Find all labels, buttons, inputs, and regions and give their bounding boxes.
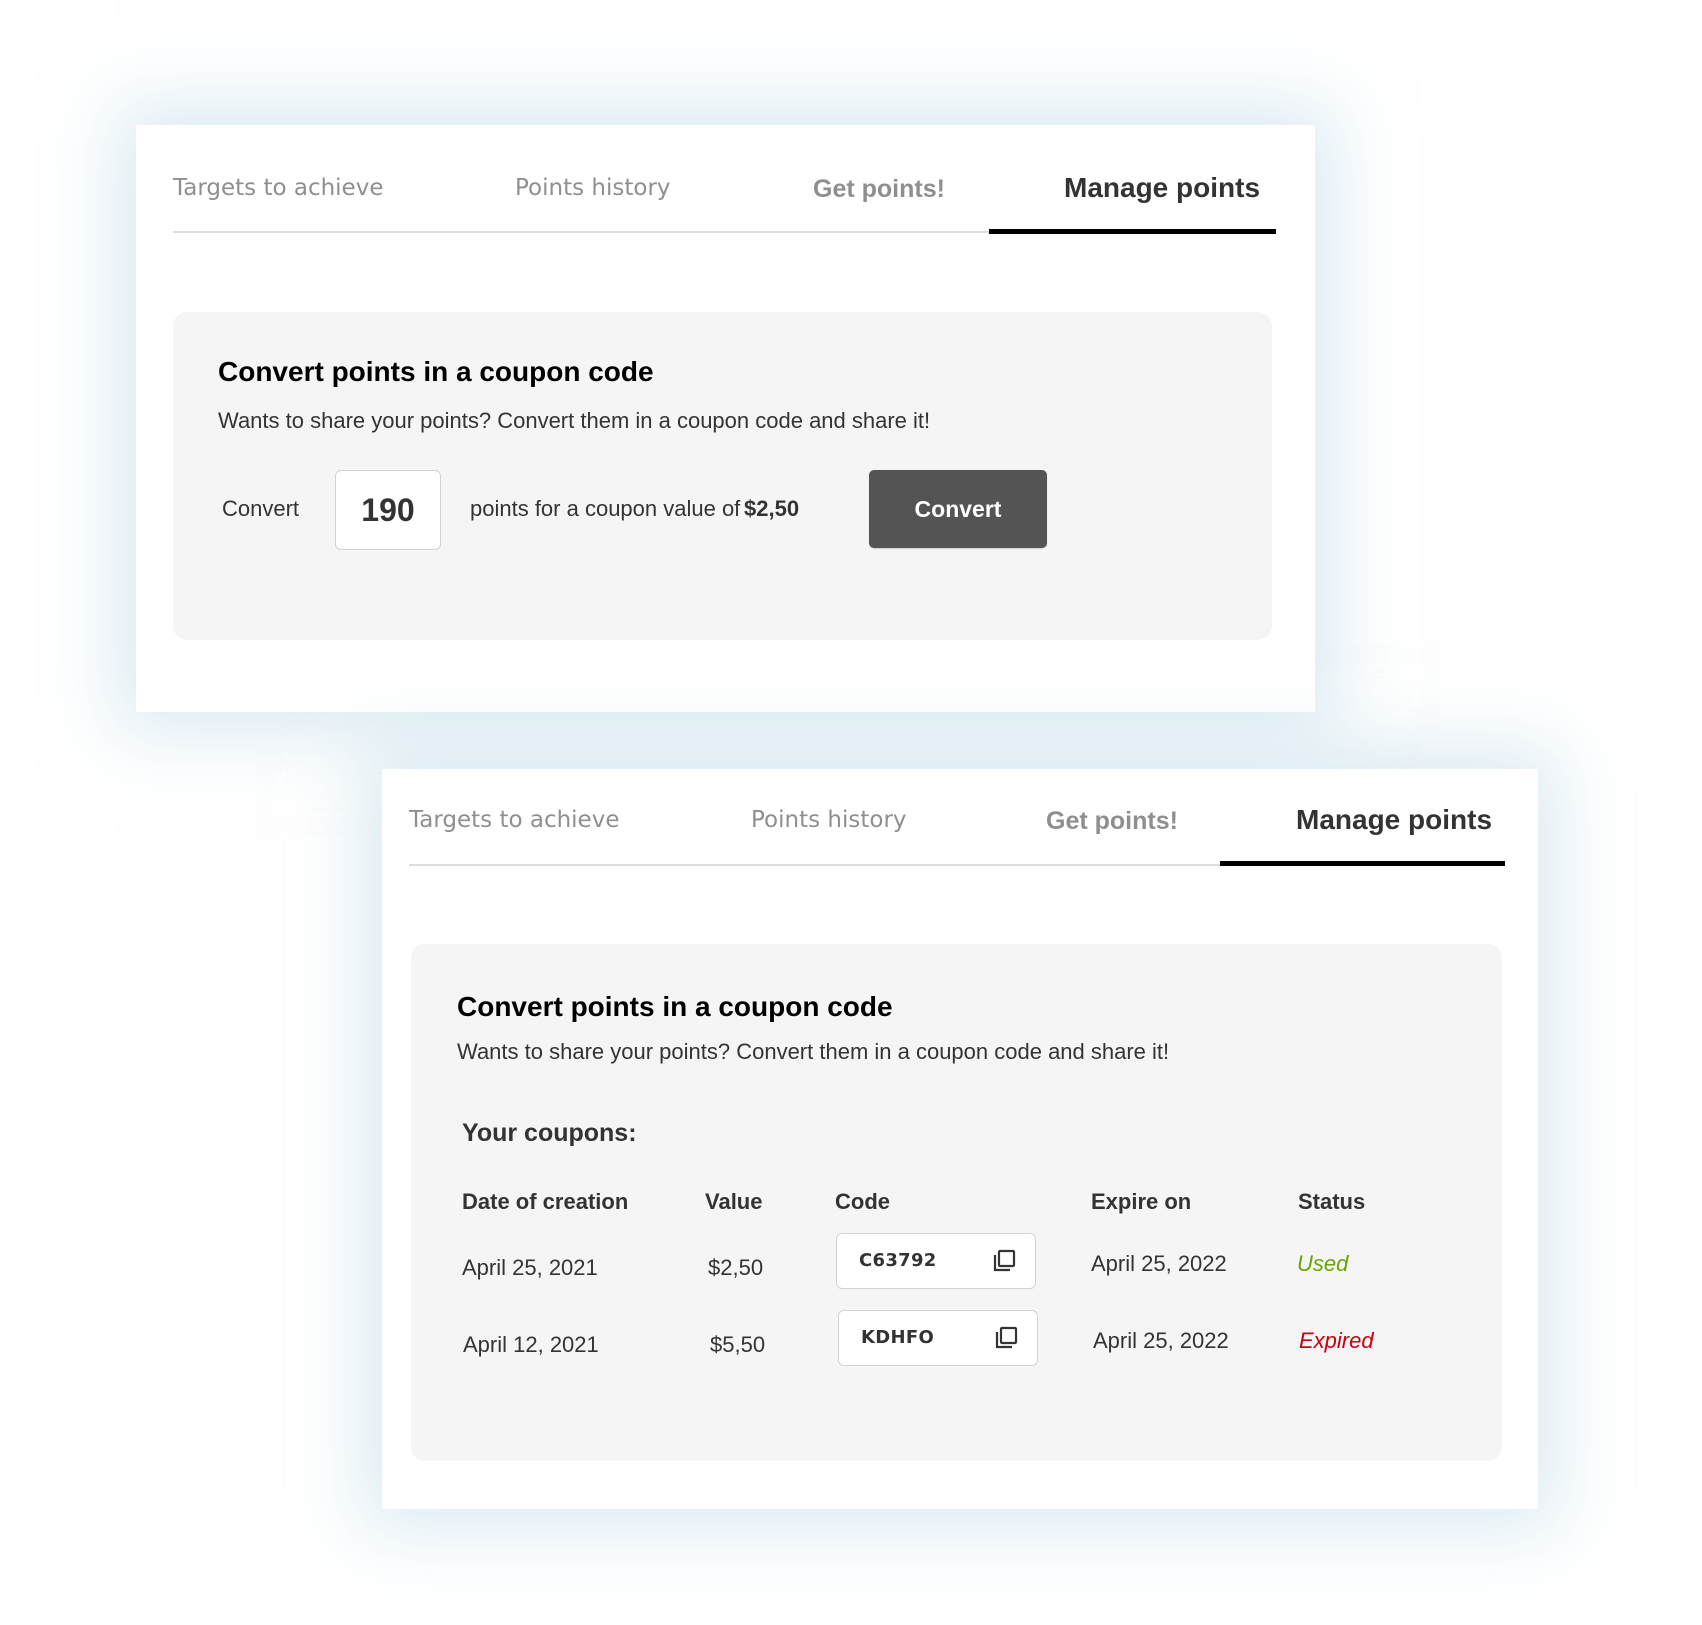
tab-targets-to-achieve[interactable]: Targets to achieve <box>409 804 619 836</box>
coupons-panel: Convert points in a coupon code Wants to… <box>411 944 1502 1461</box>
your-coupons-title: Your coupons: <box>462 1119 637 1147</box>
panel-title: Convert points in a coupon code <box>457 991 893 1022</box>
coupon-code-field[interactable]: C63792 <box>836 1233 1036 1289</box>
tab-manage-points[interactable]: Manage points <box>1296 804 1492 836</box>
coupon-value: $2,50 <box>744 496 800 521</box>
cell-value: $5,50 <box>710 1332 766 1357</box>
cell-value: $2,50 <box>708 1255 764 1280</box>
tab-bar: Targets to achieve Points history Get po… <box>136 125 1315 245</box>
column-header-code: Code <box>835 1189 890 1214</box>
panel-subtitle: Wants to share your points? Convert them… <box>218 408 931 433</box>
convert-button[interactable]: Convert <box>869 470 1047 548</box>
tab-points-history[interactable]: Points history <box>751 804 907 836</box>
cell-expire: April 25, 2022 <box>1091 1251 1227 1276</box>
status-badge: Expired <box>1299 1328 1374 1353</box>
coupon-code-field[interactable]: KDHFO <box>838 1310 1038 1366</box>
panel-subtitle: Wants to share your points? Convert them… <box>457 1039 1170 1064</box>
tab-points-history[interactable]: Points history <box>515 172 671 204</box>
points-input[interactable] <box>335 470 441 550</box>
cell-date: April 25, 2021 <box>462 1255 598 1280</box>
tab-targets-to-achieve[interactable]: Targets to achieve <box>173 172 383 204</box>
copy-icon[interactable] <box>991 1248 1017 1274</box>
coupon-code: C63792 <box>859 1250 937 1271</box>
tab-get-points[interactable]: Get points! <box>813 173 945 205</box>
column-header-date: Date of creation <box>462 1189 629 1214</box>
status-badge: Used <box>1297 1251 1349 1276</box>
column-header-status: Status <box>1298 1189 1366 1214</box>
column-header-expire: Expire on <box>1091 1189 1192 1214</box>
convert-label: Convert <box>222 496 300 521</box>
tab-bar: Targets to achieve Points history Get po… <box>382 769 1538 889</box>
tab-manage-points[interactable]: Manage points <box>1064 172 1260 204</box>
cell-expire: April 25, 2022 <box>1093 1328 1229 1353</box>
copy-icon[interactable] <box>993 1325 1019 1351</box>
convert-points-card: Targets to achieve Points history Get po… <box>136 125 1315 712</box>
active-tab-underline <box>989 229 1276 234</box>
convert-panel: Convert points in a coupon code Wants to… <box>173 312 1272 640</box>
points-description: points for a coupon value of <box>470 496 741 521</box>
active-tab-underline <box>1220 861 1505 866</box>
tab-get-points[interactable]: Get points! <box>1046 805 1178 837</box>
coupons-card: Targets to achieve Points history Get po… <box>382 769 1538 1509</box>
column-header-value: Value <box>705 1189 763 1214</box>
panel-title: Convert points in a coupon code <box>218 356 654 387</box>
coupon-code: KDHFO <box>861 1327 935 1348</box>
cell-date: April 12, 2021 <box>463 1332 599 1357</box>
